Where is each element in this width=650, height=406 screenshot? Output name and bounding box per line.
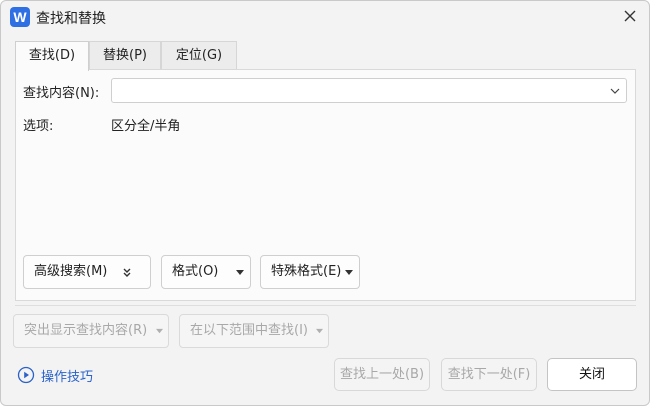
double-chevron-down-icon (123, 268, 131, 277)
highlight-found-label: 突出显示查找内容(R) (24, 323, 148, 338)
find-in-range-button[interactable]: 在以下范围中查找(I) (179, 314, 329, 348)
dropdown-triangle-icon (236, 270, 244, 275)
dropdown-triangle-icon (156, 328, 163, 334)
dropdown-triangle-icon (345, 270, 353, 275)
tab-find[interactable]: 查找(D) (15, 41, 89, 71)
find-content-label: 查找内容(N): (23, 86, 100, 101)
format-label: 格式(O) (172, 264, 219, 279)
play-circle-icon (17, 366, 35, 384)
find-replace-dialog: W 查找和替换 查找(D) 替换(P) 定位(G) 查找内容(N): 选项: 区… (0, 0, 650, 406)
find-in-range-label: 在以下范围中查找(I) (190, 323, 308, 338)
find-content-combobox[interactable] (111, 78, 627, 103)
advanced-search-button[interactable]: 高级搜索(M) (23, 255, 151, 289)
find-content-input[interactable] (116, 81, 606, 100)
special-format-button[interactable]: 特殊格式(E) (260, 255, 360, 289)
format-button[interactable]: 格式(O) (161, 255, 251, 289)
find-next-button[interactable]: 查找下一处(F) (441, 358, 537, 391)
advanced-search-label: 高级搜索(M) (34, 264, 108, 279)
find-previous-button[interactable]: 查找上一处(B) (334, 358, 430, 391)
tab-replace[interactable]: 替换(P) (89, 41, 161, 69)
close-icon (624, 10, 636, 22)
special-format-label: 特殊格式(E) (271, 264, 342, 279)
close-window-button[interactable] (617, 5, 643, 29)
divider (15, 305, 636, 306)
highlight-found-button[interactable]: 突出显示查找内容(R) (13, 314, 169, 348)
title-bar: W 查找和替换 (1, 1, 649, 35)
dropdown-triangle-icon (316, 328, 323, 334)
tab-goto[interactable]: 定位(G) (161, 41, 237, 69)
close-button[interactable]: 关闭 (547, 358, 637, 391)
options-value: 区分全/半角 (111, 119, 181, 134)
chevron-down-icon[interactable] (610, 86, 620, 96)
options-label: 选项: (23, 119, 54, 134)
wps-app-icon: W (10, 7, 30, 27)
dialog-title: 查找和替换 (36, 11, 106, 27)
operation-tips-label: 操作技巧 (41, 370, 94, 385)
